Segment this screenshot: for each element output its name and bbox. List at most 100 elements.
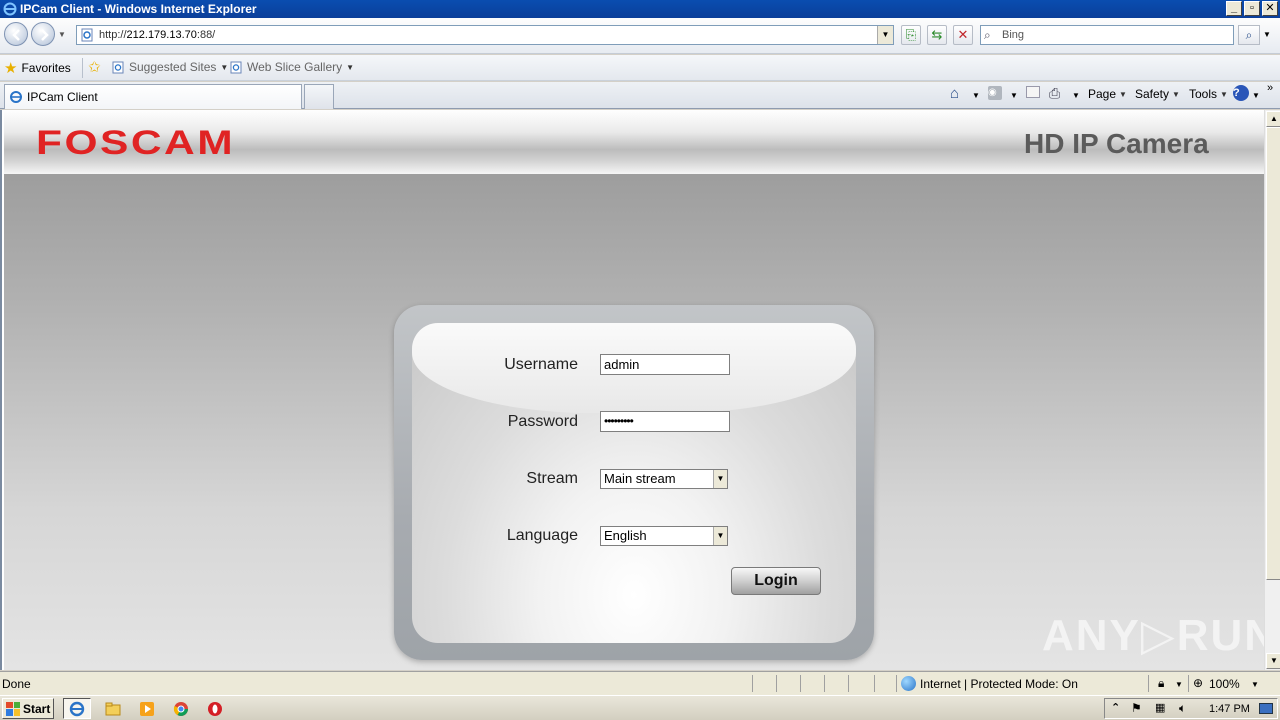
suggested-sites-label: Suggested Sites [129,60,217,74]
divider [848,675,849,692]
bing-search-icon: ⌕ [984,28,991,42]
address-url[interactable]: http://212.179.13.70:88/ [99,29,215,41]
print-icon[interactable]: ⎙ [1049,85,1060,102]
status-bar: Done Internet | Protected Mode: On 🔒︎ ▼ … [0,671,1280,695]
add-to-favorites-icon[interactable]: ✩ [88,58,101,76]
ie-icon [69,701,85,716]
page-menu-label: Page [1088,87,1117,101]
taskbar-file-explorer[interactable] [99,698,127,719]
taskbar-internet-explorer[interactable] [63,698,91,719]
maximize-button[interactable]: ▫ [1244,1,1260,16]
folder-icon [105,702,121,715]
address-host: 212.179.13.70 [126,29,197,41]
scroll-up-icon[interactable]: ▲ [1266,111,1280,127]
tools-menu[interactable]: Tools ▼ [1189,87,1228,101]
zoom-level[interactable]: 100% [1209,677,1240,691]
divider [824,675,825,692]
language-select[interactable]: English ▼ [600,526,728,546]
chevron-down-icon[interactable]: ▼ [1010,91,1018,100]
minimize-button[interactable]: _ [1226,1,1242,16]
divider [752,675,753,692]
foscam-logo: FOSCAM [36,124,236,162]
login-button[interactable]: Login [731,567,821,595]
divider [82,58,83,78]
safety-menu[interactable]: Safety ▼ [1135,87,1180,101]
stream-selected-value: Main stream [604,471,676,486]
taskbar-chrome[interactable] [167,698,195,719]
tab-label: IPCam Client [27,90,98,104]
search-box[interactable]: ⌕ Bing [980,25,1234,45]
opera-icon [208,701,222,716]
language-label: Language [506,527,578,544]
vertical-scrollbar[interactable]: ▲ ▼ [1264,110,1280,670]
search-placeholder[interactable]: Bing [1002,29,1024,41]
chevron-down-icon[interactable]: ▼ [713,527,727,545]
taskbar-media-player[interactable] [133,698,161,719]
chevron-down-icon[interactable]: ▼ [1072,91,1080,100]
media-player-icon [140,701,154,716]
stream-select[interactable]: Main stream ▼ [600,469,728,489]
search-options-dropdown-icon[interactable]: ▼ [1263,30,1271,39]
show-desktop-icon[interactable] [1259,703,1273,714]
taskbar-opera[interactable] [201,698,229,719]
favorites-label: Favorites [21,61,71,75]
action-center-flag-icon[interactable]: ⚑ [1131,701,1142,715]
chevron-down-icon: ▼ [1172,89,1180,99]
chevron-down-icon[interactable]: ▼ [1251,680,1259,689]
suggested-sites-link[interactable]: Suggested Sites ▼ [112,60,228,74]
page-header: FOSCAM HD IP Camera [4,110,1264,174]
show-hidden-icons-icon[interactable]: ⌃ [1111,701,1120,714]
back-button[interactable] [4,22,28,46]
more-commands-icon[interactable]: » [1267,82,1273,94]
address-bar[interactable]: http://212.179.13.70:88/ ▼ [76,25,894,45]
search-button[interactable]: ⌕ [1238,25,1260,45]
address-dropdown-icon[interactable]: ▼ [877,26,893,44]
compatibility-view-button[interactable]: ⎘ [901,25,921,45]
home-icon[interactable]: ⌂ [950,85,959,102]
help-icon[interactable]: ? [1233,85,1249,101]
scroll-down-icon[interactable]: ▼ [1266,653,1280,669]
divider [874,675,875,692]
stream-label: Stream [526,470,578,487]
chevron-down-icon: ▼ [346,62,355,72]
page-content: FOSCAM HD IP Camera Username Password ••… [4,110,1276,670]
network-icon[interactable]: ▦ [1155,701,1165,714]
divider [1148,675,1149,692]
new-tab-button[interactable] [304,84,334,109]
web-slice-gallery-link[interactable]: Web Slice Gallery ▼ [230,60,354,74]
arrow-left-icon [12,29,20,41]
chevron-down-icon[interactable]: ▼ [713,470,727,488]
scroll-thumb[interactable] [1266,127,1280,580]
divider [1188,675,1189,692]
taskbar: Start ⌃ ⚑ ▦ 🔈︎ 1:47 PM [0,695,1280,720]
recent-pages-dropdown-icon[interactable]: ▼ [58,30,66,39]
close-window-button[interactable]: ✕ [1262,1,1278,16]
password-input[interactable]: ••••••••• [600,411,730,432]
favorites-bar: ★ Favorites ✩ Suggested Sites ▼ Web Slic… [0,55,1280,81]
favorites-button[interactable]: ★ Favorites [4,59,71,77]
divider [800,675,801,692]
forward-button[interactable] [31,22,55,46]
stop-button[interactable]: ✕ [953,25,973,45]
chevron-down-icon[interactable]: ▼ [972,91,980,100]
page-menu[interactable]: Page ▼ [1088,87,1127,101]
chevron-down-icon[interactable]: ▼ [1252,91,1260,100]
clock[interactable]: 1:47 PM [1209,703,1250,715]
zoom-icon[interactable]: ⊕ [1193,676,1203,690]
tab-ipcam-client[interactable]: IPCam Client [4,84,302,109]
username-input[interactable] [600,354,730,375]
mail-icon[interactable] [1026,86,1040,98]
system-tray: ⌃ ⚑ ▦ 🔈︎ 1:47 PM [1104,698,1278,719]
feed-icon[interactable]: ◉ [988,86,1002,100]
address-port-path: :88/ [196,29,216,41]
chevron-down-icon[interactable]: ▼ [1175,680,1183,689]
volume-icon[interactable]: 🔈︎ [1179,701,1186,716]
protected-mode-icon[interactable]: 🔒︎ [1158,676,1164,691]
refresh-button[interactable]: ⇆ [927,25,947,45]
language-selected-value: English [604,528,647,543]
security-zone-text[interactable]: Internet | Protected Mode: On [920,677,1078,691]
start-button[interactable]: Start [2,698,54,719]
internet-zone-icon[interactable] [901,676,916,691]
web-slice-gallery-label: Web Slice Gallery [247,60,343,74]
chrome-icon [173,701,188,716]
